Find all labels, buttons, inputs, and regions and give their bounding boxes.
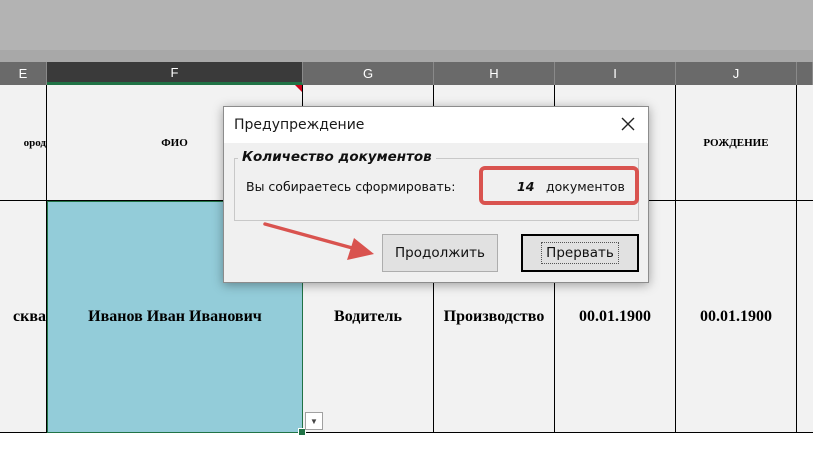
dialog-title: Предупреждение: [234, 117, 365, 133]
chevron-down-icon: ▼: [310, 416, 318, 426]
cell-j-data[interactable]: 00.01.1900: [676, 201, 797, 433]
empty-row-area: [0, 433, 813, 468]
column-header-f[interactable]: F: [47, 62, 303, 85]
formula-bar-area: [0, 50, 813, 62]
close-icon[interactable]: [618, 114, 638, 134]
dialog-titlebar: Предупреждение: [224, 107, 648, 143]
document-count-unit: документов: [546, 179, 625, 194]
continue-button[interactable]: Продолжить: [382, 234, 498, 272]
abort-button[interactable]: Прервать: [521, 234, 639, 272]
column-header-g[interactable]: G: [303, 62, 434, 85]
cell-k-data[interactable]: [797, 201, 813, 433]
group-title: Количество документов: [238, 149, 436, 165]
comment-indicator-icon: [295, 85, 302, 92]
cell-e-header[interactable]: ород: [0, 85, 47, 201]
column-header-k[interactable]: [797, 62, 813, 85]
cell-e-data[interactable]: сква: [0, 201, 47, 433]
message-label: Вы собираетесь сформировать:: [246, 179, 456, 194]
column-header-j[interactable]: J: [676, 62, 797, 85]
close-glyph: [621, 117, 635, 131]
document-count: 14: [517, 179, 535, 194]
ribbon-area: [0, 0, 813, 50]
cell-j-header[interactable]: РОЖДЕНИЕ: [676, 85, 797, 201]
cell-k-header[interactable]: [797, 85, 813, 201]
dropdown-button[interactable]: ▼: [305, 412, 323, 430]
warning-dialog: Предупреждение Количество документов Вы …: [223, 106, 649, 283]
column-header-e[interactable]: E: [0, 62, 47, 85]
column-header-i[interactable]: I: [555, 62, 676, 85]
abort-button-label: Прервать: [541, 242, 619, 264]
column-header-h[interactable]: H: [434, 62, 555, 85]
